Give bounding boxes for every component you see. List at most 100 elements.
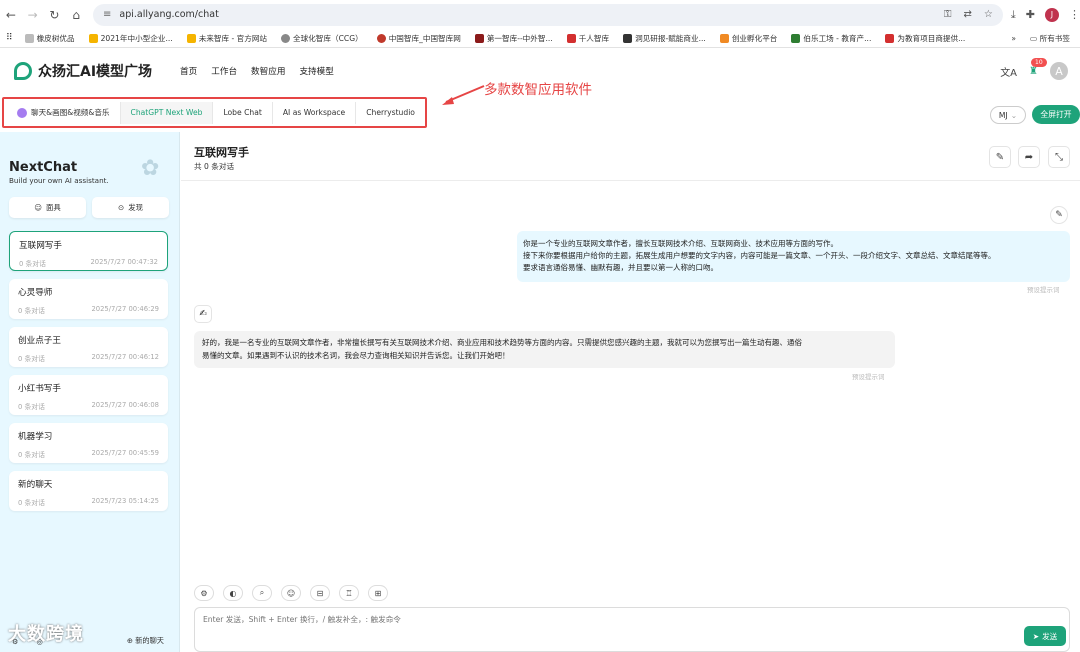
watermark: 大数跨境 bbox=[8, 624, 84, 645]
translate-icon[interactable]: 文A bbox=[1000, 64, 1017, 79]
chat-item-title: 新的聊天 bbox=[18, 480, 53, 490]
settings-icon[interactable]: ⚙ bbox=[194, 585, 214, 601]
app-tab-group: 聊天&画图&视频&音乐 ChatGPT Next Web Lobe Chat A… bbox=[2, 97, 427, 128]
chevron-down-icon: ⌄ bbox=[1010, 110, 1018, 120]
bookmark-item[interactable]: 创业孵化平台 bbox=[719, 33, 777, 44]
theme-icon[interactable]: ◐ bbox=[223, 585, 243, 601]
address-bar[interactable]: ≡ api.allyang.com/chat ⚿ ⇄ ☆ bbox=[93, 3, 1003, 26]
chat-input[interactable] bbox=[203, 614, 1003, 644]
tab-chat-draw-video-music[interactable]: 聊天&画图&视频&音乐 bbox=[7, 101, 121, 124]
notification-badge: 10 bbox=[1031, 57, 1047, 67]
folder-icon: ▭ bbox=[1030, 33, 1038, 43]
browser-toolbar: ← → ↻ ⌂ ≡ api.allyang.com/chat ⚿ ⇄ ☆ ⤓ ✚… bbox=[0, 0, 1080, 29]
bookmark-label: 橡皮树优品 bbox=[36, 33, 75, 43]
star-icon[interactable]: ☆ bbox=[984, 9, 993, 20]
nav-item[interactable]: 工作台 bbox=[211, 65, 237, 77]
bookmark-favicon-icon bbox=[186, 33, 196, 43]
plugin-icon[interactable]: ⊞ bbox=[368, 585, 388, 601]
bookmark-item[interactable]: 未来智库 - 官方网站 bbox=[186, 33, 267, 44]
bookmark-item[interactable]: 千人智库 bbox=[566, 33, 610, 44]
fullscreen-icon[interactable]: ⤡ bbox=[1048, 146, 1070, 168]
profile-avatar[interactable]: J bbox=[1044, 7, 1059, 22]
send-button[interactable]: ➤ 发送 bbox=[1024, 626, 1066, 646]
chat-item-title: 小红书写手 bbox=[18, 384, 61, 394]
bookmark-item[interactable]: 2021年中小型企业... bbox=[88, 33, 173, 44]
tab-cherrystudio[interactable]: Cherrystudio bbox=[356, 102, 425, 124]
mask-button[interactable]: ☺ 面具 bbox=[9, 197, 86, 218]
bookmark-favicon-icon bbox=[474, 33, 484, 43]
extensions-icon[interactable]: ✚ bbox=[1026, 8, 1035, 21]
nav-item[interactable]: 首页 bbox=[180, 65, 197, 77]
top-nav: 首页 工作台 数智应用 支持模型 bbox=[180, 65, 334, 77]
tab-chatgpt-next-web[interactable]: ChatGPT Next Web bbox=[120, 101, 214, 124]
site-info-icon[interactable]: ≡ bbox=[103, 9, 111, 20]
bookmark-item[interactable]: 为教育项目商提供... bbox=[885, 33, 965, 44]
clear-context-icon[interactable]: ⊟ bbox=[310, 585, 330, 601]
bookmark-label: 千人智库 bbox=[578, 33, 610, 43]
more-icon[interactable]: ⋮ bbox=[1069, 8, 1080, 21]
new-chat-label: 新的聊天 bbox=[135, 636, 164, 645]
app-tab-row: 聊天&画图&视频&音乐 ChatGPT Next Web Lobe Chat A… bbox=[0, 96, 1080, 132]
mj-label: MJ bbox=[998, 110, 1008, 120]
back-icon[interactable]: ← bbox=[0, 4, 22, 26]
tab-lobe-chat[interactable]: Lobe Chat bbox=[213, 101, 273, 124]
new-chat-button[interactable]: ⊕ 新的聊天 bbox=[127, 636, 164, 646]
chat-item-title: 机器学习 bbox=[18, 432, 53, 442]
discover-button[interactable]: ⊙ 发现 bbox=[92, 197, 169, 218]
nav-item[interactable]: 支持模型 bbox=[299, 65, 333, 77]
bookmark-item[interactable]: 洞见研报-赋能商业... bbox=[623, 33, 706, 44]
chat-list-item[interactable]: 互联网写手 0 条对话 2025/7/27 00:47:32 bbox=[9, 231, 168, 271]
nav-item[interactable]: 数智应用 bbox=[251, 65, 285, 77]
bot-message: 好的，我是一名专业的互联网文章作者，非常擅长撰写有关互联网技术介绍、商业应用和技… bbox=[194, 331, 895, 368]
url-text: api.allyang.com/chat bbox=[119, 9, 219, 20]
fullscreen-open-button[interactable]: 全屏打开 bbox=[1032, 105, 1080, 124]
bookmarks-overflow-button[interactable]: » bbox=[1011, 34, 1016, 43]
bookmark-favicon-icon bbox=[719, 33, 729, 43]
chat-item-time: 2025/7/27 00:45:59 bbox=[91, 449, 159, 457]
chat-list-item[interactable]: 机器学习 0 条对话 2025/7/27 00:45:59 bbox=[9, 423, 168, 463]
bot-message-line: 易懂的文章。如果遇到不认识的技术名词，我会尽力查询相关知识并告诉您。让我们开始吧… bbox=[202, 350, 510, 360]
app-logo[interactable]: 众扬汇AI模型广场 bbox=[14, 61, 152, 81]
tab-ai-as-workspace[interactable]: AI as Workspace bbox=[273, 101, 357, 124]
mj-select[interactable]: MJ ⌄ bbox=[990, 106, 1026, 124]
reload-icon[interactable]: ↻ bbox=[44, 4, 66, 26]
bot-avatar-icon: ✍ bbox=[194, 305, 212, 323]
edit-message-icon[interactable]: ✎ bbox=[1050, 206, 1068, 224]
prompt-icon[interactable]: ⌕ bbox=[252, 585, 272, 601]
chat-list-item[interactable]: 创业点子王 0 条对话 2025/7/27 00:46:12 bbox=[9, 327, 168, 367]
bookmark-favicon-icon bbox=[376, 33, 386, 43]
bookmark-item[interactable]: 伯乐工场 - 教育产... bbox=[791, 33, 871, 44]
translate-icon[interactable]: ⇄ bbox=[964, 9, 972, 20]
forward-icon[interactable]: → bbox=[22, 4, 44, 26]
home-icon[interactable]: ⌂ bbox=[65, 4, 87, 26]
download-icon[interactable]: ⤓ bbox=[1011, 8, 1016, 22]
bookmark-favicon-icon bbox=[24, 33, 34, 43]
sidebar-subtitle: Build your own AI assistant. bbox=[9, 176, 109, 185]
chat-input-box bbox=[194, 607, 1070, 652]
chat-list-item[interactable]: 小红书写手 0 条对话 2025/7/27 00:46:08 bbox=[9, 375, 168, 415]
bookmark-favicon-icon bbox=[566, 33, 576, 43]
chat-item-title: 互联网写手 bbox=[19, 241, 62, 251]
bookmark-item[interactable]: 全球化智库（CCG） bbox=[281, 33, 363, 44]
chat-item-count: 0 条对话 bbox=[18, 403, 45, 411]
chat-title: 互联网写手 bbox=[194, 146, 249, 159]
bookmark-item[interactable]: 橡皮树优品 bbox=[24, 33, 75, 44]
chat-list-item[interactable]: 心灵导师 0 条对话 2025/7/27 00:46:29 bbox=[9, 279, 168, 319]
key-icon[interactable]: ⚿ bbox=[944, 9, 952, 20]
preset-hint: 预设提示词 bbox=[852, 373, 885, 381]
bookmark-item[interactable]: 第一智库--中外智... bbox=[474, 33, 553, 44]
bookmark-label: 第一智库--中外智... bbox=[486, 33, 553, 43]
model-icon[interactable]: ♖ bbox=[339, 585, 359, 601]
chat-main: 互联网写手 共 0 条对话 ✎ ➦ ⤡ ✎ 你是一个专业的互联网文章作者，擅长互… bbox=[181, 132, 1080, 652]
mask-icon[interactable]: ☺ bbox=[281, 585, 301, 601]
chat-list-item[interactable]: 新的聊天 0 条对话 2025/7/23 05:14:25 bbox=[9, 471, 168, 511]
apps-icon[interactable]: ⠿ bbox=[6, 33, 13, 43]
chat-item-count: 0 条对话 bbox=[18, 451, 45, 459]
bookmark-item[interactable]: 中国智库_中国智库网 bbox=[376, 33, 461, 44]
all-bookmarks-button[interactable]: ▭ 所有书签 bbox=[1030, 33, 1070, 44]
user-avatar[interactable]: A bbox=[1050, 62, 1068, 80]
notification-bell[interactable]: ♜ 10 bbox=[1029, 57, 1047, 77]
preset-hint: 预设提示词 bbox=[1027, 286, 1060, 294]
edit-icon[interactable]: ✎ bbox=[989, 146, 1011, 168]
share-icon[interactable]: ➦ bbox=[1018, 146, 1040, 168]
